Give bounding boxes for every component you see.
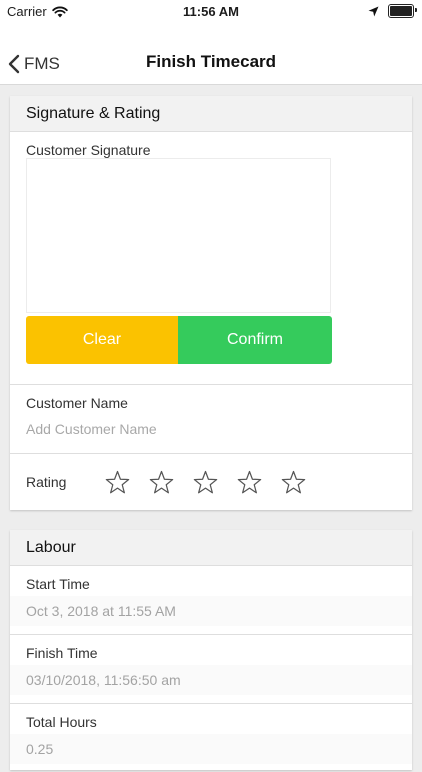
status-right-group — [368, 4, 417, 18]
status-time: 11:56 AM — [183, 4, 239, 19]
signature-rating-header: Signature & Rating — [10, 96, 412, 132]
navigation-bar: FMS Finish Timecard — [0, 22, 422, 85]
back-button-label: FMS — [24, 54, 60, 73]
rating-row: Rating — [10, 454, 412, 510]
rating-stars — [104, 469, 307, 496]
start-time-label: Start Time — [26, 576, 90, 592]
chevron-left-icon — [8, 54, 20, 74]
back-button[interactable]: FMS — [8, 51, 60, 77]
star-icon[interactable] — [192, 469, 219, 496]
star-icon[interactable] — [236, 469, 263, 496]
page-title: Finish Timecard — [145, 52, 277, 71]
signature-section: Customer Signature Clear Confirm — [10, 132, 412, 384]
signature-pad[interactable] — [26, 158, 331, 313]
confirm-button[interactable]: Confirm — [178, 316, 332, 364]
finish-time-row: Finish Time 03/10/2018, 11:56:50 am — [10, 635, 412, 703]
customer-signature-label: Customer Signature — [26, 142, 151, 158]
signature-buttons: Clear Confirm — [26, 316, 332, 364]
signature-rating-card: Signature & Rating Customer Signature Cl… — [10, 96, 412, 510]
finish-time-label: Finish Time — [26, 645, 98, 661]
location-arrow-icon — [368, 6, 379, 16]
customer-name-label: Customer Name — [26, 395, 128, 411]
start-time-value[interactable]: Oct 3, 2018 at 11:55 AM — [10, 596, 412, 626]
labour-header: Labour — [10, 530, 412, 566]
rating-label: Rating — [26, 474, 67, 490]
total-hours-row: Total Hours 0.25 — [10, 704, 412, 772]
star-icon[interactable] — [148, 469, 175, 496]
total-hours-value[interactable]: 0.25 — [10, 734, 412, 764]
customer-name-input[interactable] — [26, 421, 386, 437]
total-hours-label: Total Hours — [26, 714, 97, 730]
star-icon[interactable] — [104, 469, 131, 496]
clear-button[interactable]: Clear — [26, 316, 178, 364]
labour-card: Labour Start Time Oct 3, 2018 at 11:55 A… — [10, 530, 412, 770]
star-icon[interactable] — [280, 469, 307, 496]
finish-time-value[interactable]: 03/10/2018, 11:56:50 am — [10, 665, 412, 695]
start-time-row: Start Time Oct 3, 2018 at 11:55 AM — [10, 566, 412, 634]
status-bar: Carrier 11:56 AM — [0, 0, 422, 22]
battery-icon — [388, 4, 417, 18]
customer-name-row: Customer Name — [10, 385, 412, 453]
